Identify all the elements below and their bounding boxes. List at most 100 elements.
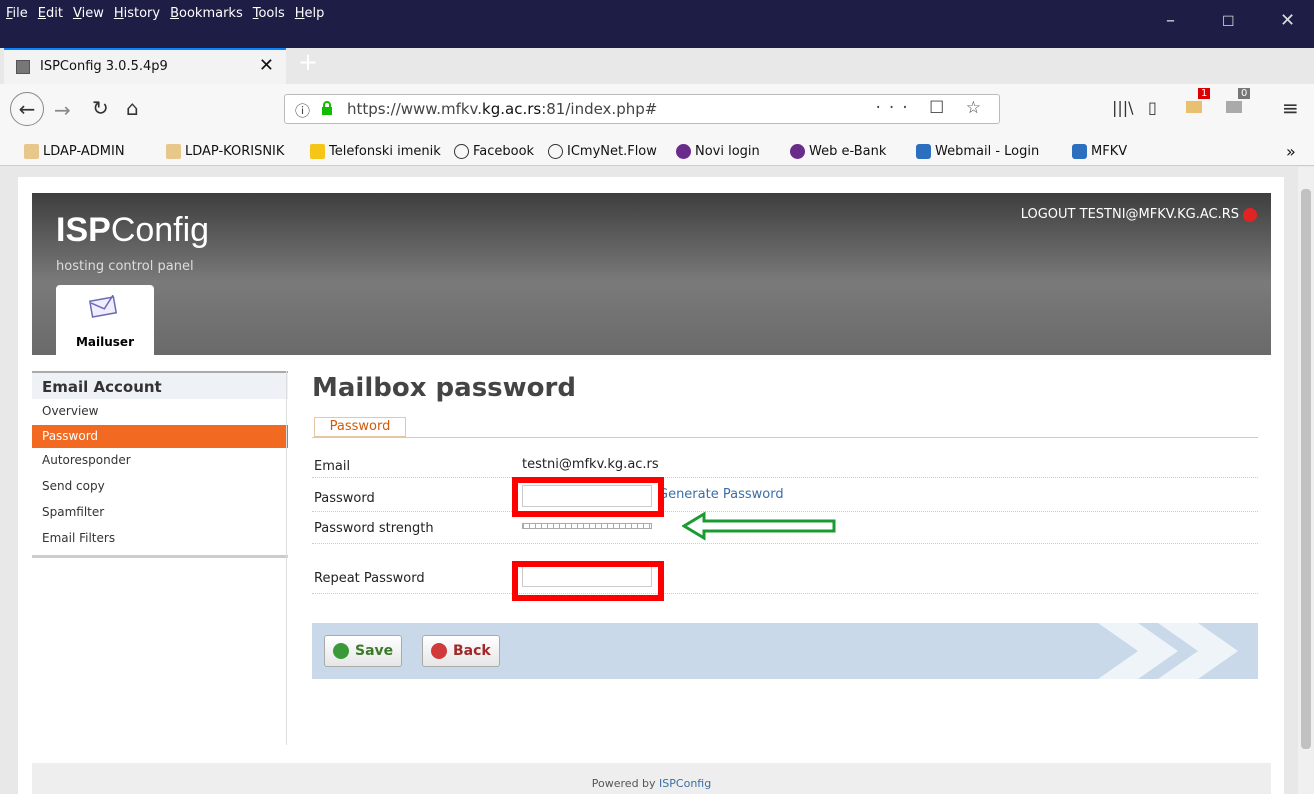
sidebar-item-autoresponder[interactable]: Autoresponder: [32, 448, 288, 474]
chevrons-decoration-icon: [1098, 623, 1238, 679]
maximize-icon[interactable]: ☐: [1222, 14, 1235, 30]
bookmark-novi-login[interactable]: Novi login: [676, 144, 760, 159]
sidebar-item-send-copy[interactable]: Send copy: [32, 474, 288, 500]
sidebar-item-email-filters[interactable]: Email Filters: [32, 526, 288, 552]
annotation-arrow-icon: [682, 511, 836, 541]
menu-edit[interactable]: Edit: [38, 6, 63, 21]
page-title: Mailbox password: [312, 373, 576, 403]
save-label: Save: [355, 643, 394, 659]
back-icon[interactable]: ←: [10, 92, 44, 126]
menu-bar: File Edit View History Bookmarks Tools H…: [6, 6, 334, 21]
reload-icon[interactable]: ↻: [92, 96, 109, 120]
roundcube-icon: [916, 144, 931, 159]
planet-icon: [676, 144, 691, 159]
logo: ISPConfig: [56, 211, 209, 250]
folder-icon: [310, 144, 325, 159]
page-actions[interactable]: ··· ☐ ☆: [876, 98, 990, 118]
info-icon[interactable]: ⓘ: [295, 100, 310, 121]
footer-brand[interactable]: ISPConfig: [659, 777, 711, 790]
roundcube-icon: [1072, 144, 1087, 159]
bookmark-label: MFKV: [1091, 144, 1128, 159]
close-tab-icon[interactable]: ✕: [259, 55, 274, 76]
url-domain: kg.ac.rs: [482, 100, 542, 118]
email-label: Email: [314, 459, 351, 474]
cancel-icon: [431, 643, 447, 659]
vertical-divider: [286, 371, 287, 745]
sidebar-item-overview[interactable]: Overview: [32, 399, 288, 425]
logo-bold: ISP: [56, 211, 111, 249]
annotation-box-password: [512, 477, 664, 517]
sidebar: Email Account Overview Password Autoresp…: [32, 371, 288, 558]
bookmark-label: LDAP-KORISNIK: [185, 144, 285, 159]
browser-tab[interactable]: ISPConfig 3.0.5.4p9 ✕: [4, 48, 286, 84]
bookmark-facebook[interactable]: Facebook: [454, 144, 534, 159]
logo-rest: Config: [110, 211, 210, 249]
menu-tools[interactable]: Tools: [253, 6, 285, 21]
scrollbar[interactable]: [1298, 167, 1314, 794]
navigation-bar: ← → ↻ ⌂ ⓘ https://www.mfkv.kg.ac.rs:81/i…: [0, 84, 1314, 142]
tab-title: ISPConfig 3.0.5.4p9: [40, 59, 168, 74]
menu-help[interactable]: Help: [295, 6, 325, 21]
bookmark-webmail[interactable]: Webmail - Login: [916, 144, 1039, 159]
url-text[interactable]: https://www.mfkv.kg.ac.rs:81/index.php#: [347, 100, 657, 118]
bookmark-web-ebank[interactable]: Web e-Bank: [790, 144, 886, 159]
password-strength-meter: [522, 523, 652, 529]
envelope-icon: [89, 295, 118, 318]
back-label: Back: [453, 643, 491, 659]
browser-menubar: File Edit View History Bookmarks Tools H…: [0, 0, 1314, 48]
bookmark-label: Novi login: [695, 144, 760, 159]
sidebar-item-spamfilter[interactable]: Spamfilter: [32, 500, 288, 526]
bookmark-label: Facebook: [473, 144, 535, 159]
new-tab-icon[interactable]: +: [298, 48, 318, 76]
bookmark-label: Web e-Bank: [809, 144, 887, 159]
sidebar-item-password[interactable]: Password: [32, 425, 288, 448]
bookmark-telefonski-imenik[interactable]: Telefonski imenik: [310, 144, 441, 159]
sidebar-title: Email Account: [32, 371, 288, 399]
button-bar: Save Back: [312, 623, 1258, 679]
notifier-icon[interactable]: 0: [1226, 88, 1251, 118]
footer-prefix: Powered by: [591, 777, 660, 790]
sidebar-toggle-icon[interactable]: ▯: [1148, 98, 1157, 117]
home-icon[interactable]: ⌂: [126, 96, 139, 120]
menu-file[interactable]: File: [6, 6, 28, 21]
scrollbar-thumb[interactable]: [1301, 189, 1311, 749]
menu-history[interactable]: History: [114, 6, 160, 21]
chevron-right-icon[interactable]: »: [1286, 142, 1296, 161]
bookmark-mfkv[interactable]: MFKV: [1072, 144, 1127, 159]
badge-count-1: 1: [1198, 88, 1211, 99]
url-prefix: https://www.mfkv.: [347, 100, 483, 118]
address-bar[interactable]: ⓘ https://www.mfkv.kg.ac.rs:81/index.php…: [284, 94, 1000, 124]
bookmark-label: ICmyNet.Flow: [567, 144, 657, 159]
menu-icon[interactable]: ≡: [1282, 96, 1299, 120]
password-label: Password: [314, 491, 375, 506]
footer: Powered by ISPConfig: [32, 763, 1271, 794]
main-panel: Mailbox password Password Email testni@m…: [312, 373, 1258, 679]
tagline: hosting control panel: [56, 259, 194, 274]
repeat-password-label: Repeat Password: [314, 571, 425, 586]
power-icon: [1243, 207, 1257, 222]
bookmark-ldap-korisnik[interactable]: LDAP-KORISNIK: [166, 144, 284, 159]
ispconfig-header: ISPConfig hosting control panel LOGOUT T…: [32, 193, 1271, 355]
mail-notifier-icon[interactable]: 1: [1186, 88, 1211, 118]
close-window-icon[interactable]: ✕: [1280, 10, 1295, 31]
bookmark-icmynet[interactable]: ICmyNet.Flow: [548, 144, 657, 159]
logout-label: LOGOUT TESTNI@MFKV.KG.AC.RS: [1020, 207, 1239, 222]
forward-icon[interactable]: →: [54, 98, 71, 122]
bookmark-ldap-admin[interactable]: LDAP-ADMIN: [24, 144, 125, 159]
menu-view[interactable]: View: [73, 6, 104, 21]
bookmark-label: Webmail - Login: [935, 144, 1040, 159]
planet-icon: [790, 144, 805, 159]
annotation-box-repeat: [512, 561, 664, 601]
minimize-icon[interactable]: –: [1166, 10, 1175, 31]
library-icon[interactable]: |||\: [1112, 98, 1134, 117]
generate-password-link[interactable]: Generate Password: [658, 487, 784, 502]
back-button[interactable]: Back: [422, 635, 500, 667]
tab-password[interactable]: Password: [314, 417, 406, 437]
globe-icon: [548, 144, 563, 159]
module-tab-label: Mailuser: [75, 335, 134, 349]
logout-link[interactable]: LOGOUT TESTNI@MFKV.KG.AC.RS: [1021, 207, 1257, 222]
module-tab-mailuser[interactable]: Mailuser: [56, 285, 154, 355]
save-button[interactable]: Save: [324, 635, 403, 667]
bookmark-label: Telefonski imenik: [329, 144, 441, 159]
menu-bookmarks[interactable]: Bookmarks: [170, 6, 243, 21]
